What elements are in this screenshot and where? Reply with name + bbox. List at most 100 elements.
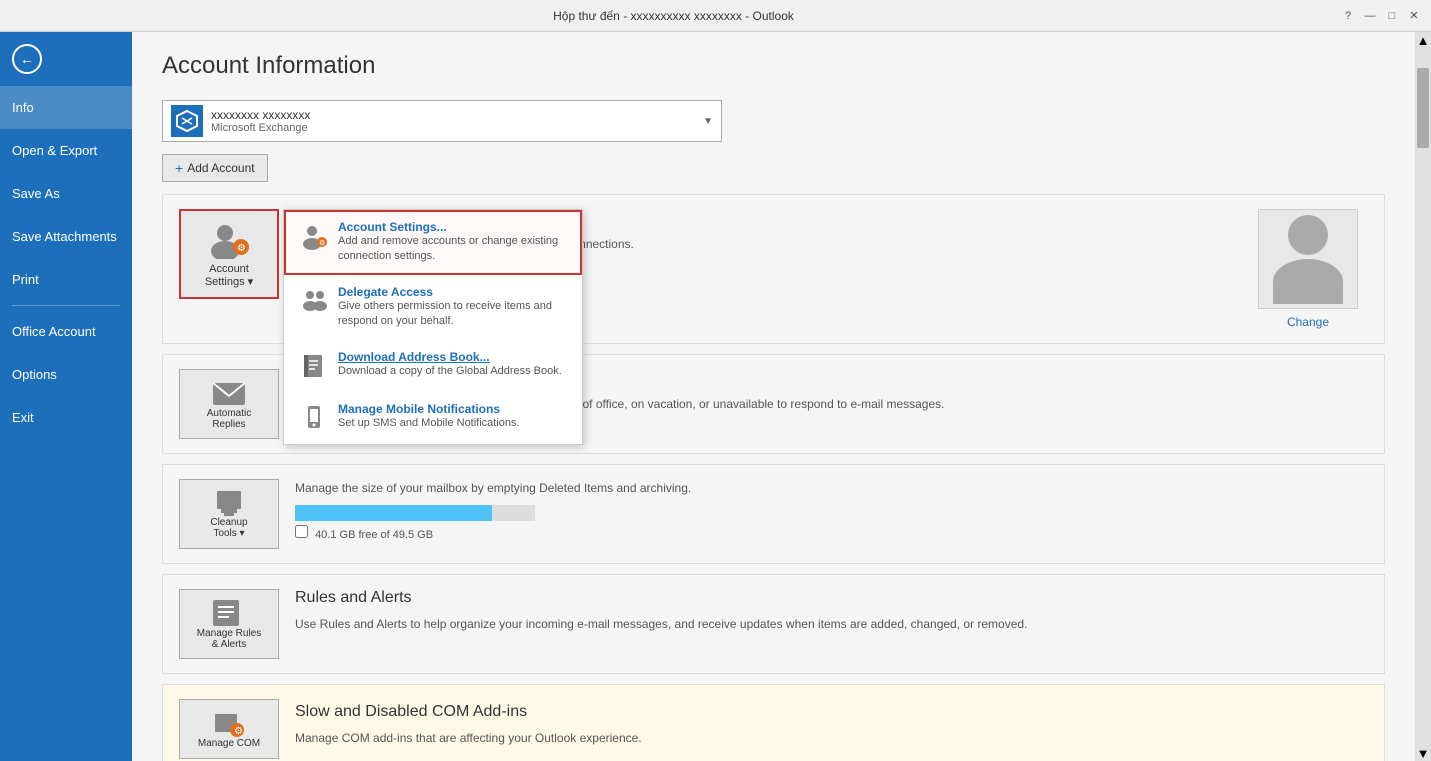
add-account-button[interactable]: + Add Account bbox=[162, 154, 268, 182]
rules-flex: Manage Rules & Alerts Rules and Alerts U… bbox=[179, 589, 1368, 659]
menu-delegate-title: Delegate Access bbox=[338, 285, 568, 299]
manage-com-button[interactable]: ⚙ Manage COM bbox=[179, 699, 279, 759]
dropdown-mobile-notifications[interactable]: Manage Mobile Notifications Set up SMS a… bbox=[284, 392, 582, 444]
rules-label: Manage Rules & Alerts bbox=[197, 628, 261, 650]
menu-address-text: Download Address Book... Download a copy… bbox=[338, 350, 568, 379]
mobile-icon bbox=[300, 404, 328, 432]
rules-desc-area: Rules and Alerts Use Rules and Alerts to… bbox=[295, 589, 1027, 641]
address-book-icon bbox=[300, 352, 328, 380]
account-icon bbox=[171, 105, 203, 137]
svg-text:⚙: ⚙ bbox=[237, 243, 246, 254]
menu-address-title: Download Address Book... bbox=[338, 350, 568, 364]
com-addins-section: ⚙ Manage COM Slow and Disabled COM Add-i… bbox=[162, 684, 1385, 761]
menu-address-desc: Download a copy of the Global Address Bo… bbox=[338, 364, 568, 379]
cleanup-desc: Manage the size of your mailbox by empty… bbox=[295, 479, 691, 497]
account-settings-button[interactable]: ⚙ AccountSettings ▾ bbox=[179, 209, 279, 299]
title-bar-text: Hộp thư đến - xxxxxxxxxx xxxxxxxx - Outl… bbox=[8, 9, 1339, 23]
exchange-icon bbox=[175, 109, 199, 133]
sidebar-item-office-account[interactable]: Office Account bbox=[0, 310, 132, 353]
account-dropdown-arrow: ▼ bbox=[703, 116, 713, 127]
avatar-body bbox=[1273, 259, 1343, 304]
sidebar-item-save-as[interactable]: Save As bbox=[0, 172, 132, 215]
page-title: Account Information bbox=[162, 52, 1385, 80]
storage-checkbox[interactable] bbox=[295, 525, 308, 538]
menu-delegate-icon bbox=[298, 285, 330, 317]
out-of-office-icon bbox=[211, 378, 247, 408]
dropdown-account-settings[interactable]: ⚙ Account Settings... Add and remove acc… bbox=[284, 210, 582, 275]
menu-delegate-desc: Give others permission to receive items … bbox=[338, 299, 568, 330]
sidebar-item-info[interactable]: Info bbox=[0, 86, 132, 129]
main-content: Account Information xxxxxxxx xxxxxxxx Mi… bbox=[132, 32, 1415, 761]
out-of-office-button[interactable]: AutomaticReplies bbox=[179, 369, 279, 439]
sidebar-item-exit[interactable]: Exit bbox=[0, 396, 132, 439]
account-settings-btn-wrapper: ⚙ AccountSettings ▾ bbox=[179, 209, 279, 299]
scrollbar-track[interactable]: ▲ ▼ bbox=[1415, 32, 1431, 761]
storage-bar-fill bbox=[295, 505, 492, 521]
avatar-section: Change bbox=[1248, 209, 1368, 329]
com-icon: ⚙ bbox=[213, 710, 245, 738]
account-settings-flex: ⚙ AccountSettings ▾ bbox=[179, 209, 1368, 329]
menu-delegate-text: Delegate Access Give others permission t… bbox=[338, 285, 568, 330]
menu-account-settings-desc: Add and remove accounts or change existi… bbox=[338, 234, 568, 265]
minimize-btn[interactable]: — bbox=[1361, 7, 1379, 25]
menu-mobile-text: Manage Mobile Notifications Set up SMS a… bbox=[338, 402, 568, 431]
sidebar-item-print[interactable]: Print bbox=[0, 258, 132, 301]
cleanup-label: Cleanup Tools ▾ bbox=[210, 517, 247, 539]
menu-mobile-title: Manage Mobile Notifications bbox=[338, 402, 568, 416]
help-btn[interactable]: ? bbox=[1339, 7, 1357, 25]
com-label: Manage COM bbox=[198, 738, 260, 749]
rules-section: Manage Rules & Alerts Rules and Alerts U… bbox=[162, 574, 1385, 674]
sidebar-item-open-export[interactable]: Open & Export bbox=[0, 129, 132, 172]
settings-person-icon: ⚙ bbox=[300, 222, 328, 250]
avatar-person bbox=[1273, 215, 1343, 304]
avatar-box bbox=[1258, 209, 1358, 309]
account-settings-icon: ⚙ bbox=[207, 221, 251, 259]
sidebar: ← Info Open & Export Save As Save Attach… bbox=[0, 32, 132, 761]
window-controls: ? — □ ✕ bbox=[1339, 7, 1423, 25]
sidebar-item-options[interactable]: Options bbox=[0, 353, 132, 396]
dropdown-delegate-access[interactable]: Delegate Access Give others permission t… bbox=[284, 275, 582, 340]
scroll-up-btn[interactable]: ▲ bbox=[1417, 32, 1430, 48]
svg-text:⚙: ⚙ bbox=[234, 726, 243, 737]
menu-address-icon bbox=[298, 350, 330, 382]
account-email: xxxxxxxx xxxxxxxx bbox=[211, 108, 703, 122]
cleanup-desc-area: Manage the size of your mailbox by empty… bbox=[295, 479, 691, 541]
menu-mobile-icon bbox=[298, 402, 330, 434]
plus-icon: + bbox=[175, 160, 183, 176]
cleanup-flex: Cleanup Tools ▾ Manage the size of your … bbox=[179, 479, 1368, 549]
person-gear-icon: ⚙ bbox=[207, 221, 251, 259]
delegate-icon bbox=[300, 287, 328, 315]
storage-text: 40.1 GB free of 49.5 GB bbox=[295, 525, 691, 541]
rules-desc: Use Rules and Alerts to help organize yo… bbox=[295, 615, 1027, 633]
cleanup-tools-button[interactable]: Cleanup Tools ▾ bbox=[179, 479, 279, 549]
avatar-head bbox=[1288, 215, 1328, 255]
rules-icon bbox=[211, 598, 247, 628]
account-selector-row: xxxxxxxx xxxxxxxx Microsoft Exchange ▼ bbox=[162, 100, 1385, 142]
account-settings-label: AccountSettings ▾ bbox=[205, 263, 253, 288]
account-dropdown[interactable]: xxxxxxxx xxxxxxxx Microsoft Exchange ▼ bbox=[162, 100, 722, 142]
scrollbar-thumb[interactable] bbox=[1417, 68, 1429, 148]
back-button[interactable]: ← bbox=[0, 32, 132, 86]
account-settings-dropdown: ⚙ Account Settings... Add and remove acc… bbox=[283, 209, 583, 445]
svg-text:⚙: ⚙ bbox=[319, 239, 325, 247]
storage-bar-bg bbox=[295, 505, 535, 521]
com-desc-area: Slow and Disabled COM Add-ins Manage COM… bbox=[295, 703, 642, 755]
sidebar-divider bbox=[12, 305, 120, 306]
account-type: Microsoft Exchange bbox=[211, 122, 703, 134]
sidebar-item-save-attachments[interactable]: Save Attachments bbox=[0, 215, 132, 258]
com-desc: Manage COM add-ins that are affecting yo… bbox=[295, 729, 642, 747]
cleanup-icon bbox=[213, 489, 245, 517]
manage-rules-button[interactable]: Manage Rules & Alerts bbox=[179, 589, 279, 659]
menu-mobile-desc: Set up SMS and Mobile Notifications. bbox=[338, 416, 568, 431]
cleanup-section: Cleanup Tools ▾ Manage the size of your … bbox=[162, 464, 1385, 564]
maximize-btn[interactable]: □ bbox=[1383, 7, 1401, 25]
com-title: Slow and Disabled COM Add-ins bbox=[295, 703, 642, 721]
out-of-office-label: AutomaticReplies bbox=[207, 408, 251, 430]
storage-bar-container: 40.1 GB free of 49.5 GB bbox=[295, 505, 691, 541]
rules-title: Rules and Alerts bbox=[295, 589, 1027, 607]
close-btn[interactable]: ✕ bbox=[1405, 7, 1423, 25]
avatar-change-link[interactable]: Change bbox=[1287, 315, 1329, 329]
dropdown-address-book[interactable]: Download Address Book... Download a copy… bbox=[284, 340, 582, 392]
scroll-down-btn[interactable]: ▼ bbox=[1417, 745, 1430, 761]
account-text: xxxxxxxx xxxxxxxx Microsoft Exchange bbox=[211, 108, 703, 134]
